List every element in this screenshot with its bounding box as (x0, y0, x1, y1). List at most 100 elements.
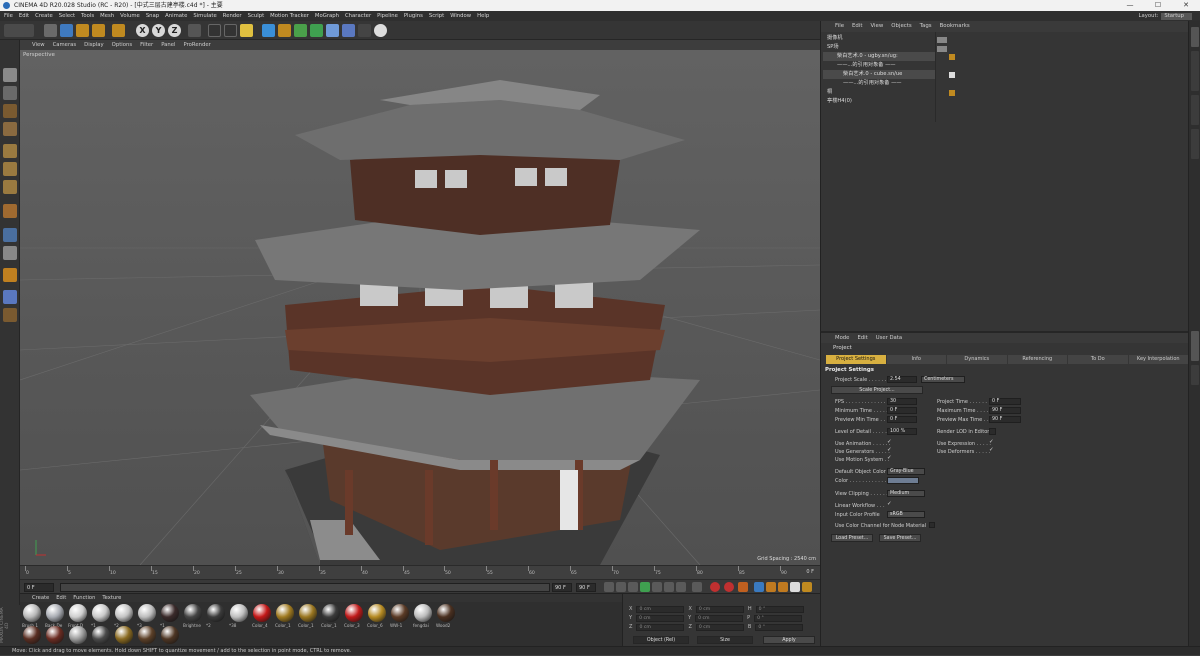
tag-material-icon[interactable] (949, 90, 955, 96)
use-generators-checkbox[interactable]: ✓ (887, 447, 892, 453)
autokey-icon[interactable] (724, 582, 734, 592)
object-row-tong[interactable]: 桐 (823, 88, 935, 97)
objects-menu-objects[interactable]: Objects (891, 21, 911, 32)
next-frame-icon[interactable] (652, 582, 662, 592)
view-clipping-dropdown[interactable]: Medium (887, 490, 925, 497)
light-icon[interactable] (374, 24, 387, 37)
object-row-ref-1[interactable]: 柴白艺术.0 - ugby.sn/ug: (823, 52, 935, 61)
max-time-field[interactable]: 90 F (989, 407, 1021, 414)
tab-info[interactable]: Info (886, 355, 946, 364)
material-swatch[interactable]: *2 (206, 604, 227, 628)
position-z-field[interactable]: 0 cm (636, 624, 685, 631)
key-parameter-icon[interactable] (790, 582, 800, 592)
objects-menu-edit[interactable]: Edit (852, 21, 862, 32)
pen-spline-icon[interactable] (278, 24, 291, 37)
project-scale-unit-dropdown[interactable]: Centimeters (921, 376, 965, 383)
prev-key-icon[interactable] (616, 582, 626, 592)
current-frame-field[interactable]: 0 F (24, 583, 54, 592)
menu-character[interactable]: Character (345, 11, 371, 21)
material-swatch[interactable]: Color_1 (275, 604, 296, 628)
menu-script[interactable]: Script (429, 11, 444, 21)
project-scale-field[interactable]: 2.54 (887, 376, 917, 383)
size-y-field[interactable]: 0 cm (695, 615, 744, 622)
objects-menu-tags[interactable]: Tags (920, 21, 932, 32)
perspective-viewport[interactable]: View Cameras Display Options Filter Pane… (20, 40, 820, 565)
objects-menu-file[interactable]: File (835, 21, 844, 32)
material-swatch[interactable]: Back De (45, 604, 66, 628)
preview-max-field[interactable]: 90 F (989, 416, 1021, 423)
y-axis-lock-icon[interactable]: Y (152, 24, 165, 37)
size-x-field[interactable]: 0 cm (695, 606, 744, 613)
size-mode-dropdown[interactable]: Size (697, 636, 753, 644)
locked-workplane-icon[interactable] (3, 308, 17, 322)
render-view-icon[interactable] (208, 24, 221, 37)
attr-menu-edit[interactable]: Edit (857, 333, 867, 343)
texture-mode-icon[interactable] (3, 104, 17, 118)
visibility-dots-icon[interactable] (937, 37, 947, 43)
material-swatch[interactable]: Front D (68, 604, 89, 628)
timeline-ruler[interactable]: 0 5 10 15 20 25 30 35 40 45 50 55 60 65 70 75 80 85 90 0 F (20, 565, 820, 579)
menu-volume[interactable]: Volume (120, 11, 140, 21)
material-swatch[interactable]: WW-1 (390, 604, 411, 628)
floor-environment-icon[interactable] (342, 24, 355, 37)
menu-window[interactable]: Window (450, 11, 471, 21)
color-swatch[interactable] (887, 477, 919, 484)
object-row-ref-2[interactable]: 柴白艺术.0 - cube.sn/ue (823, 70, 935, 79)
rotate-tool-icon[interactable] (92, 24, 105, 37)
close-button[interactable]: ✕ (1172, 0, 1200, 11)
menu-help[interactable]: Help (477, 11, 489, 21)
viewport-menu-view[interactable]: View (32, 40, 45, 50)
goto-end-icon[interactable] (676, 582, 686, 592)
material-swatch[interactable]: Wood2 (436, 604, 457, 628)
menu-animate[interactable]: Animate (165, 11, 187, 21)
side-tab-takes[interactable] (1191, 95, 1199, 125)
side-tab-structure[interactable] (1191, 129, 1199, 159)
menu-render[interactable]: Render (223, 11, 242, 21)
attr-menu-mode[interactable]: Mode (835, 333, 849, 343)
viewport-menu-prorender[interactable]: ProRender (184, 40, 211, 50)
material-menu-function[interactable]: Function (73, 594, 95, 602)
workplane-lock-icon[interactable] (3, 268, 17, 282)
render-picture-viewer-icon[interactable] (224, 24, 237, 37)
deformer-icon[interactable] (326, 24, 339, 37)
key-scale-icon[interactable] (766, 582, 776, 592)
material-menu-texture[interactable]: Texture (102, 594, 121, 602)
tweak-mode-icon[interactable] (3, 228, 17, 242)
tag-phong-icon[interactable] (949, 72, 955, 78)
min-time-field[interactable]: 0 F (887, 407, 917, 414)
x-axis-lock-icon[interactable]: X (136, 24, 149, 37)
side-tab-layers[interactable] (1191, 365, 1199, 385)
render-settings-icon[interactable] (240, 24, 253, 37)
recent-tools-icon[interactable] (112, 24, 125, 37)
coordinate-system-icon[interactable] (188, 24, 201, 37)
use-expression-checkbox[interactable]: ✓ (989, 439, 994, 445)
tab-to-do[interactable]: To Do (1068, 355, 1128, 364)
model-mode-icon[interactable] (3, 86, 17, 100)
position-x-field[interactable]: 0 cm (636, 606, 685, 613)
rotation-b-field[interactable]: 0 ° (755, 624, 804, 631)
menu-snap[interactable]: Snap (146, 11, 159, 21)
material-swatch[interactable]: Brush 1 (22, 604, 43, 628)
visibility-dots-icon[interactable] (937, 46, 947, 52)
key-position-icon[interactable] (754, 582, 764, 592)
material-swatch[interactable]: *3 (137, 604, 158, 628)
material-swatch[interactable]: Color_1 (321, 604, 342, 628)
tab-dynamics[interactable]: Dynamics (947, 355, 1007, 364)
workplane-mode-icon[interactable] (3, 122, 17, 136)
object-row-camera[interactable]: 摄像机 (823, 34, 935, 43)
lod-field[interactable]: 100 % (887, 428, 917, 435)
material-swatch[interactable]: fengdai (413, 604, 434, 628)
material-swatch[interactable] (114, 626, 135, 645)
preview-min-field[interactable]: 0 F (887, 416, 917, 423)
linear-workflow-checkbox[interactable]: ✓ (887, 501, 892, 507)
object-row-pavilion[interactable]: 亭楼H4(0) (823, 97, 935, 106)
material-menu-create[interactable]: Create (32, 594, 49, 602)
viewport-menu-filter[interactable]: Filter (140, 40, 153, 50)
goto-start-icon[interactable] (604, 582, 614, 592)
menu-sculpt[interactable]: Sculpt (248, 11, 265, 21)
object-row-ref-1-child[interactable]: ——...的引用对象备 —— (823, 61, 935, 70)
load-preset-button[interactable]: Load Preset... (831, 534, 873, 542)
save-preset-button[interactable]: Save Preset... (879, 534, 921, 542)
side-tab-objects[interactable] (1191, 27, 1199, 47)
coord-mode-dropdown[interactable]: Object (Rel) (633, 636, 689, 644)
